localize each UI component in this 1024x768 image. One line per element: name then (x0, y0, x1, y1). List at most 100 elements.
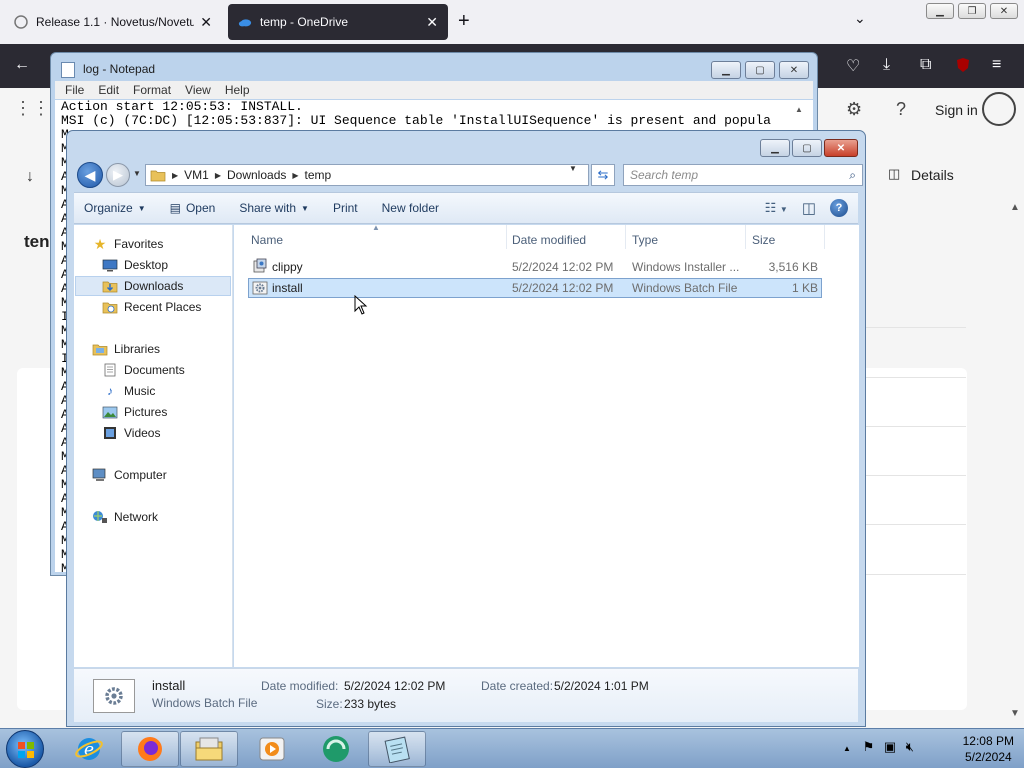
breadcrumb-separator-icon[interactable]: ▶ (292, 171, 298, 180)
menu-edit[interactable]: Edit (98, 83, 119, 97)
column-divider[interactable] (745, 225, 746, 249)
vm-restore-button[interactable]: ❐ (958, 3, 986, 19)
help-icon[interactable]: ? (830, 199, 848, 217)
nav-recent-places[interactable]: Recent Places (102, 297, 201, 317)
list-all-tabs-chevron-icon[interactable]: ⌄ (854, 10, 866, 27)
search-icon[interactable]: ⌕ (849, 168, 856, 183)
menu-format[interactable]: Format (133, 83, 171, 97)
address-dropdown-icon[interactable]: ▼ (569, 164, 577, 173)
back-button[interactable]: ◀ (77, 162, 103, 188)
network-tray-icon[interactable]: ▣ (884, 739, 896, 754)
breadcrumb-separator-icon[interactable]: ▶ (215, 171, 221, 180)
address-bar[interactable]: ▶ VM1 ▶ Downloads ▶ temp (145, 164, 589, 186)
recent-pages-chevron-icon[interactable]: ▼ (133, 169, 141, 178)
nav-favorites[interactable]: ★ Favorites (92, 234, 164, 254)
tab-onedrive-temp[interactable]: temp - OneDrive ✕ (228, 4, 448, 40)
column-divider[interactable] (506, 225, 507, 249)
app-menu-icon[interactable]: ≡ (992, 56, 1001, 74)
scroll-up-arrow-icon[interactable]: ▲ (1010, 202, 1020, 213)
scroll-down-arrow-icon[interactable]: ▼ (1010, 708, 1020, 719)
action-center-flag-icon[interactable]: ⚑ (863, 739, 875, 754)
nav-pictures[interactable]: Pictures (102, 402, 167, 422)
computer-icon (92, 468, 108, 482)
notepad-close-button[interactable]: ✕ (779, 61, 809, 79)
menu-view[interactable]: View (185, 83, 211, 97)
nav-downloads[interactable]: Downloads (75, 276, 231, 296)
music-note-icon: ♪ (107, 384, 113, 398)
log-line: MSI (c) (7C:DC) [12:05:53:837]: UI Seque… (61, 113, 771, 128)
preview-pane-icon[interactable]: ◫ (802, 199, 816, 217)
details-file-name: install (152, 678, 186, 693)
notepad-maximize-button[interactable]: ▢ (745, 61, 775, 79)
refresh-button[interactable]: ⇆ (591, 164, 615, 186)
explorer-minimize-button[interactable]: ▁ (760, 139, 790, 157)
new-tab-button[interactable]: + (458, 10, 470, 33)
vm-minimize-button[interactable]: ▁ (926, 3, 954, 19)
open-button[interactable]: ▤ Open (170, 201, 216, 215)
menu-help[interactable]: Help (225, 83, 250, 97)
change-view-icon[interactable]: ☷ ▼ (765, 200, 788, 216)
show-hidden-icons-icon[interactable]: ▲ (843, 744, 851, 753)
vm-close-button[interactable]: ✕ (990, 3, 1018, 19)
tab-novetus-release[interactable]: Release 1.1 · Novetus/Novetus_ ✕ (4, 4, 222, 40)
new-folder-button[interactable]: New folder (382, 201, 439, 215)
pocket-icon[interactable]: ♡ (846, 56, 860, 76)
breadcrumb-temp[interactable]: temp (305, 168, 332, 182)
column-name[interactable]: Name (251, 233, 283, 247)
nav-label: Music (124, 384, 156, 398)
volume-muted-icon[interactable]: 🔇︎ (906, 739, 914, 754)
column-divider[interactable] (824, 225, 825, 249)
start-button[interactable] (6, 730, 44, 768)
taskbar-windows-explorer[interactable] (180, 731, 238, 767)
downloads-icon[interactable]: ⤓ (883, 56, 890, 74)
explorer-maximize-button[interactable]: ▢ (792, 139, 822, 157)
open-label: Open (185, 201, 216, 215)
explorer-close-button[interactable]: ✕ (824, 139, 858, 157)
column-size[interactable]: Size (752, 233, 775, 247)
search-input[interactable]: Search temp ⌕ (623, 164, 863, 186)
breadcrumb-vm1[interactable]: VM1 (184, 168, 209, 182)
taskbar-internet-explorer[interactable]: e (60, 731, 118, 767)
sign-in-link[interactable]: Sign in (935, 102, 978, 118)
file-row-clippy[interactable]: clippy 5/2/2024 12:02 PM Windows Install… (248, 257, 822, 277)
clock-date[interactable]: 5/2/2024 (963, 749, 1014, 765)
details-button[interactable]: Details (911, 167, 954, 183)
nav-desktop[interactable]: Desktop (102, 255, 168, 275)
notepad-minimize-button[interactable]: ▁ (711, 61, 741, 79)
breadcrumb-separator-icon[interactable]: ▶ (172, 171, 178, 180)
download-icon[interactable]: ↓ (26, 168, 34, 186)
breadcrumb-downloads[interactable]: Downloads (227, 168, 286, 182)
tab-close-icon[interactable]: ✕ (200, 14, 212, 31)
print-button[interactable]: Print (333, 201, 358, 215)
taskbar-firefox[interactable] (121, 731, 179, 767)
organize-button[interactable]: Organize ▼ (84, 201, 146, 215)
back-arrow-icon[interactable]: ← (14, 56, 30, 74)
nav-documents[interactable]: Documents (102, 360, 185, 380)
nav-libraries[interactable]: Libraries (92, 339, 160, 359)
nav-computer[interactable]: Computer (92, 465, 167, 485)
extensions-icon[interactable]: ⧉ (920, 56, 931, 74)
media-player-icon (259, 737, 285, 761)
help-icon[interactable]: ? (896, 99, 906, 120)
nav-videos[interactable]: Videos (102, 423, 160, 443)
forward-button[interactable]: ▶ (106, 163, 130, 187)
column-type[interactable]: Type (632, 233, 658, 247)
column-date-modified[interactable]: Date modified (512, 233, 586, 247)
clock-time[interactable]: 12:08 PM (963, 733, 1014, 749)
tab-close-icon[interactable]: ✕ (426, 14, 438, 31)
file-row-install[interactable]: install 5/2/2024 12:02 PM Windows Batch … (248, 278, 822, 298)
taskbar-app-green[interactable] (307, 731, 365, 767)
settings-gear-icon[interactable]: ⚙ (846, 99, 862, 120)
share-with-button[interactable]: Share with ▼ (239, 201, 309, 215)
nav-music[interactable]: ♪ Music (102, 381, 155, 401)
nav-network[interactable]: Network (92, 507, 158, 527)
account-avatar-icon[interactable] (982, 92, 1016, 126)
tray-icons: ▲ ⚑ ▣ 🔇︎ (843, 739, 914, 757)
taskbar-media-player[interactable] (243, 731, 301, 767)
column-divider[interactable] (625, 225, 626, 249)
folder-icon (150, 169, 166, 182)
taskbar-notepad[interactable] (368, 731, 426, 767)
ublock-icon[interactable] (955, 57, 971, 78)
menu-file[interactable]: File (65, 83, 84, 97)
scroll-up-arrow-icon[interactable]: ▲ (795, 105, 803, 114)
